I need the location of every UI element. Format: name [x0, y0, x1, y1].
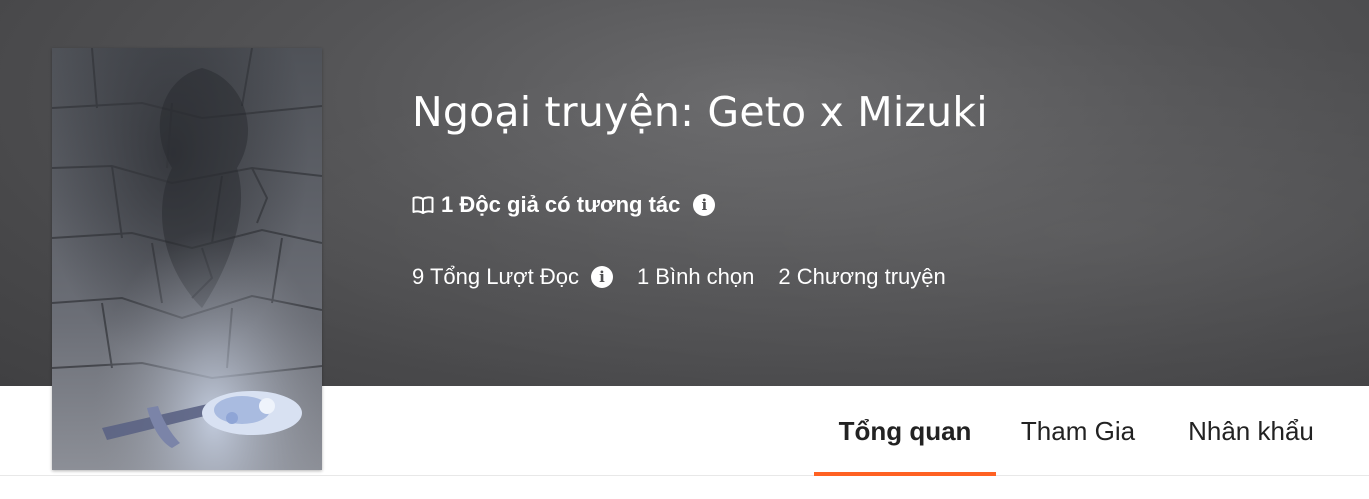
votes-stat: 1 Bình chọn: [636, 264, 755, 289]
story-cover-image: [52, 48, 322, 470]
engaged-readers-label: 1 Độc giả có tương tác: [441, 192, 681, 217]
chapters-stat: 2 Chương truyện: [778, 264, 946, 289]
total-reads-stat: 9 Tổng Lượt Đọc i: [412, 264, 613, 290]
tab-demographics[interactable]: Nhân khẩu: [1166, 386, 1336, 476]
info-circle-icon[interactable]: i: [590, 266, 613, 288]
total-reads-label: 9 Tổng Lượt Đọc: [412, 264, 579, 289]
tab-overview[interactable]: Tổng quan: [814, 386, 996, 476]
story-title: Ngoại truyện: Geto x Mizuki: [412, 88, 988, 136]
engaged-readers: 1 Độc giả có tương tác i: [412, 191, 716, 219]
tab-engagement[interactable]: Tham Gia: [1005, 386, 1151, 476]
open-book-icon: [412, 195, 434, 215]
info-circle-icon[interactable]: i: [693, 194, 716, 216]
story-stats: 9 Tổng Lượt Đọc i 1 Bình chọn 2 Chương t…: [412, 263, 970, 291]
